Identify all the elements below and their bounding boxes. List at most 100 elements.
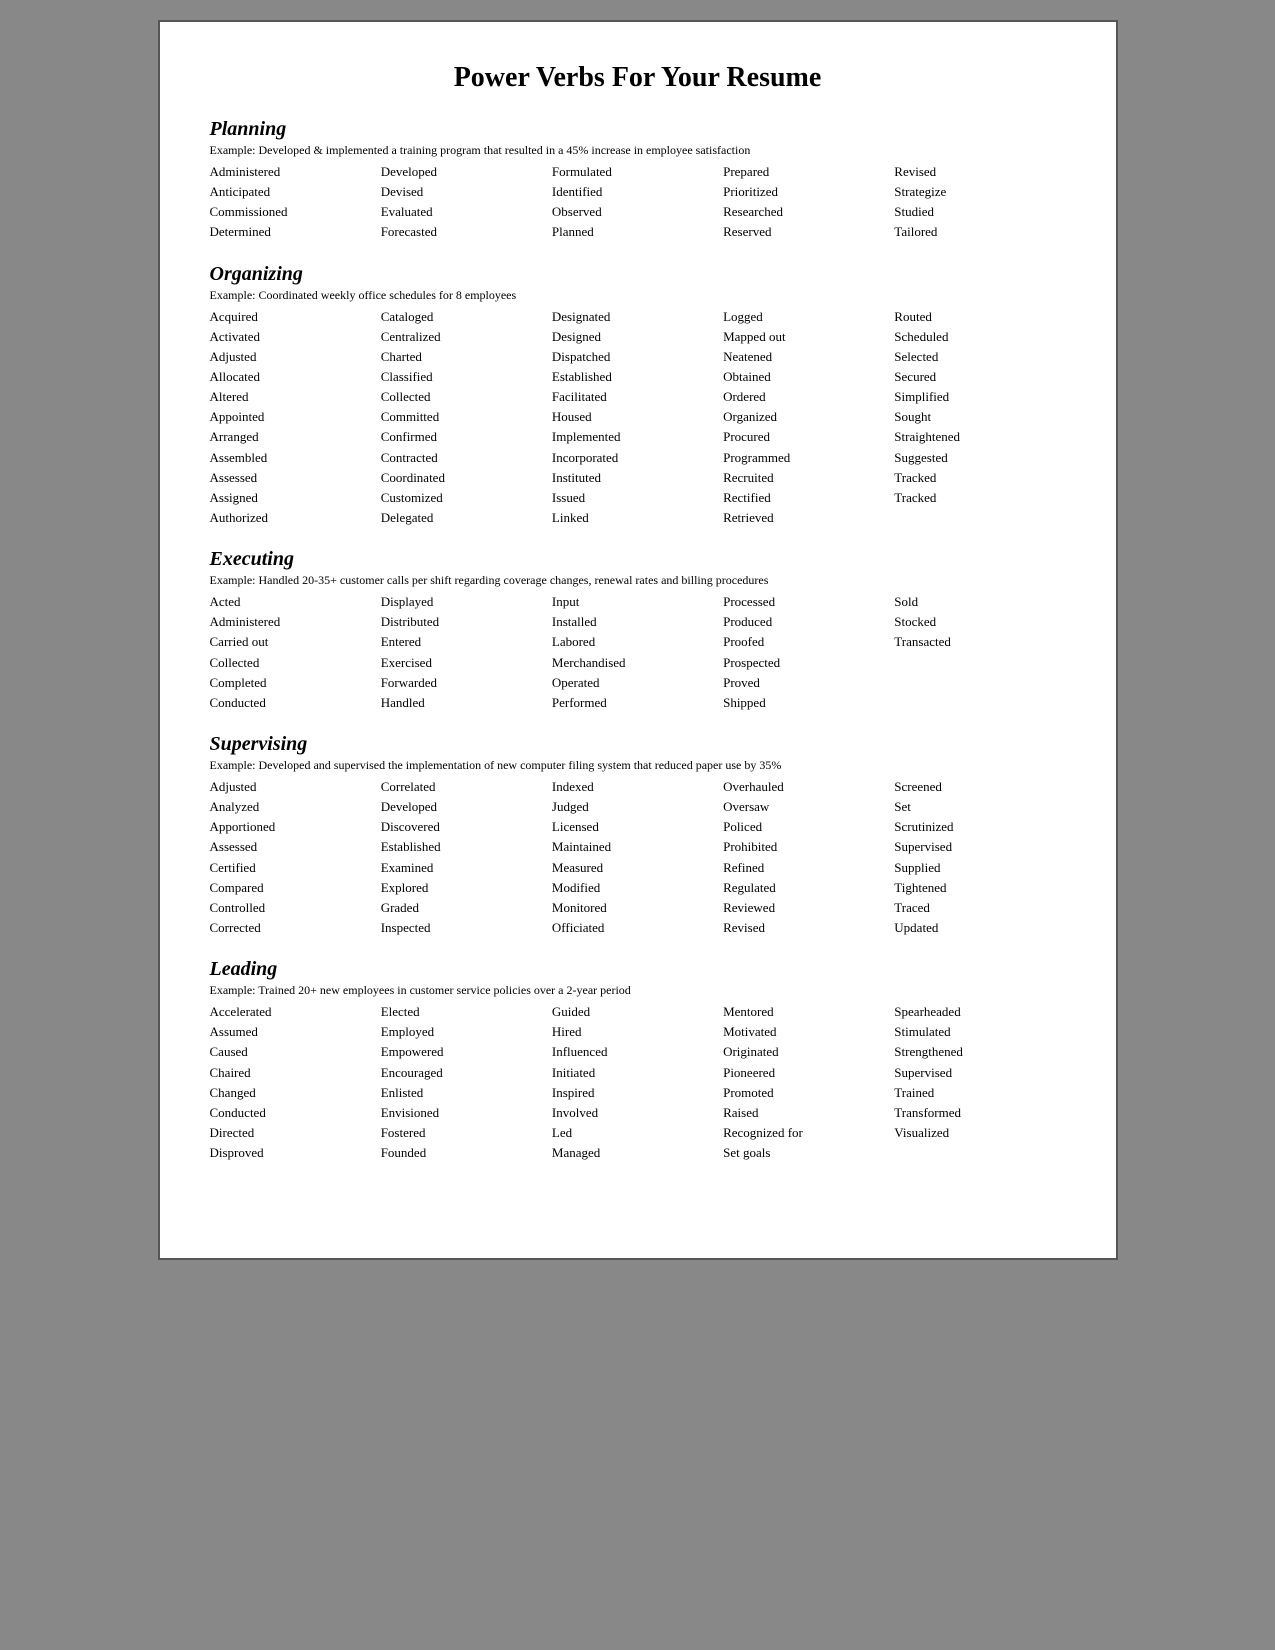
word-item: Licensed [552, 817, 723, 837]
section-title-leading: Leading [210, 958, 1066, 981]
word-grid-executing: ActedDisplayedInputProcessedSoldAdminist… [210, 592, 1066, 713]
word-item: Issued [552, 488, 723, 508]
word-item: Influenced [552, 1042, 723, 1062]
word-item: Spearheaded [894, 1002, 1065, 1022]
word-item: Maintained [552, 837, 723, 857]
word-item: Founded [381, 1143, 552, 1163]
word-item: Activated [210, 327, 381, 347]
word-item: Recruited [723, 468, 894, 488]
word-item: Led [552, 1123, 723, 1143]
word-item: Forwarded [381, 673, 552, 693]
page: Power Verbs For Your Resume PlanningExam… [158, 20, 1118, 1260]
word-item: Scheduled [894, 327, 1065, 347]
word-item [894, 653, 1065, 673]
word-item: Coordinated [381, 468, 552, 488]
word-item: Charted [381, 347, 552, 367]
word-item: Assembled [210, 448, 381, 468]
word-item: Changed [210, 1083, 381, 1103]
word-item: Reserved [723, 222, 894, 242]
word-item: Established [381, 837, 552, 857]
word-item: Mapped out [723, 327, 894, 347]
word-item: Installed [552, 612, 723, 632]
word-item: Evaluated [381, 202, 552, 222]
word-item: Mentored [723, 1002, 894, 1022]
page-title: Power Verbs For Your Resume [210, 62, 1066, 94]
word-item: Indexed [552, 777, 723, 797]
word-item: Confirmed [381, 427, 552, 447]
word-item: Apportioned [210, 817, 381, 837]
word-item: Operated [552, 673, 723, 693]
section-organizing: OrganizingExample: Coordinated weekly of… [210, 263, 1066, 529]
word-item: Displayed [381, 592, 552, 612]
word-item: Supervised [894, 1063, 1065, 1083]
word-item: Tracked [894, 468, 1065, 488]
word-item: Processed [723, 592, 894, 612]
section-title-executing: Executing [210, 548, 1066, 571]
word-item: Proved [723, 673, 894, 693]
section-title-planning: Planning [210, 118, 1066, 141]
word-item: Envisioned [381, 1103, 552, 1123]
word-item: Proofed [723, 632, 894, 652]
word-item: Employed [381, 1022, 552, 1042]
word-item: Raised [723, 1103, 894, 1123]
word-item: Explored [381, 878, 552, 898]
word-item: Inspired [552, 1083, 723, 1103]
word-item: Certified [210, 858, 381, 878]
word-item: Organized [723, 407, 894, 427]
word-item: Tightened [894, 878, 1065, 898]
word-item: Strategize [894, 182, 1065, 202]
word-item: Established [552, 367, 723, 387]
word-item: Monitored [552, 898, 723, 918]
word-item: Simplified [894, 387, 1065, 407]
word-item: Carried out [210, 632, 381, 652]
word-item: Stimulated [894, 1022, 1065, 1042]
section-planning: PlanningExample: Developed & implemented… [210, 118, 1066, 243]
word-item: Compared [210, 878, 381, 898]
word-item: Planned [552, 222, 723, 242]
word-item: Distributed [381, 612, 552, 632]
word-item: Collected [210, 653, 381, 673]
word-item: Pioneered [723, 1063, 894, 1083]
word-item: Studied [894, 202, 1065, 222]
word-item: Administered [210, 162, 381, 182]
word-item: Committed [381, 407, 552, 427]
word-item: Updated [894, 918, 1065, 938]
word-item: Prohibited [723, 837, 894, 857]
word-item: Handled [381, 693, 552, 713]
word-item: Appointed [210, 407, 381, 427]
word-item: Judged [552, 797, 723, 817]
word-item: Motivated [723, 1022, 894, 1042]
word-item: Disproved [210, 1143, 381, 1163]
word-item: Assessed [210, 837, 381, 857]
word-item: Promoted [723, 1083, 894, 1103]
word-grid-leading: AcceleratedElectedGuidedMentoredSpearhea… [210, 1002, 1066, 1163]
word-item: Researched [723, 202, 894, 222]
word-item: Inspected [381, 918, 552, 938]
word-item: Acquired [210, 307, 381, 327]
word-item: Managed [552, 1143, 723, 1163]
word-item: Observed [552, 202, 723, 222]
word-item: Enlisted [381, 1083, 552, 1103]
word-item: Allocated [210, 367, 381, 387]
word-item: Empowered [381, 1042, 552, 1062]
word-item: Merchandised [552, 653, 723, 673]
word-item: Altered [210, 387, 381, 407]
word-item: Controlled [210, 898, 381, 918]
word-item: Instituted [552, 468, 723, 488]
word-item: Tailored [894, 222, 1065, 242]
section-example-executing: Example: Handled 20-35+ customer calls p… [210, 573, 1066, 588]
section-supervising: SupervisingExample: Developed and superv… [210, 733, 1066, 938]
section-example-leading: Example: Trained 20+ new employees in cu… [210, 983, 1066, 998]
word-item: Caused [210, 1042, 381, 1062]
word-item: Arranged [210, 427, 381, 447]
word-item: Secured [894, 367, 1065, 387]
word-item: Adjusted [210, 347, 381, 367]
word-item: Formulated [552, 162, 723, 182]
word-item: Programmed [723, 448, 894, 468]
word-item: Routed [894, 307, 1065, 327]
word-item: Accelerated [210, 1002, 381, 1022]
word-item: Classified [381, 367, 552, 387]
word-item: Stocked [894, 612, 1065, 632]
word-item: Conducted [210, 693, 381, 713]
word-item: Assumed [210, 1022, 381, 1042]
